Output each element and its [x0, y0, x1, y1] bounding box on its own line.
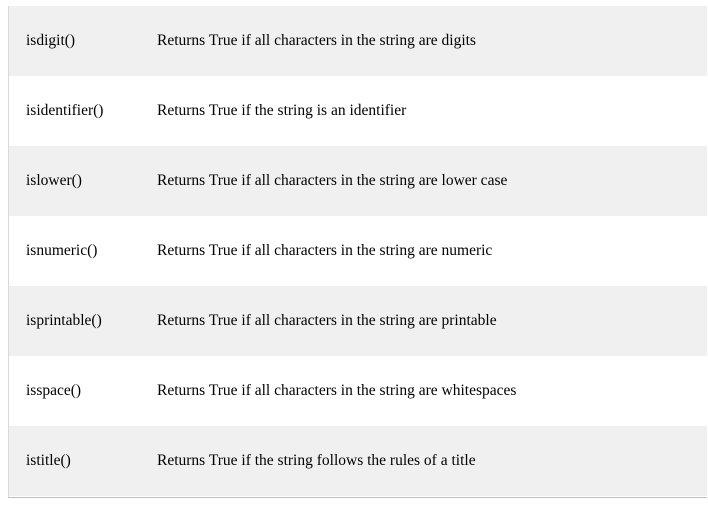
string-methods-table: isdigit() Returns True if all characters…: [9, 6, 707, 496]
method-description-cell: Returns True if all characters in the st…: [157, 356, 707, 426]
table-row: isprintable() Returns True if all charac…: [9, 286, 707, 356]
table-row: isspace() Returns True if all characters…: [9, 356, 707, 426]
method-description-cell: Returns True if the string is an identif…: [157, 76, 707, 146]
table-row: isdigit() Returns True if all characters…: [9, 6, 707, 76]
method-description-cell: Returns True if all characters in the st…: [157, 146, 707, 216]
table-row: isidentifier() Returns True if the strin…: [9, 76, 707, 146]
string-methods-table-container: isdigit() Returns True if all characters…: [8, 6, 707, 498]
method-name-cell: isspace(): [9, 356, 157, 426]
method-name-cell: islower(): [9, 146, 157, 216]
method-description-cell: Returns True if the string follows the r…: [157, 426, 707, 496]
method-name-cell: isprintable(): [9, 286, 157, 356]
table-row: islower() Returns True if all characters…: [9, 146, 707, 216]
table-row: isnumeric() Returns True if all characte…: [9, 216, 707, 286]
method-description-cell: Returns True if all characters in the st…: [157, 216, 707, 286]
method-name-cell: isnumeric(): [9, 216, 157, 286]
method-name-cell: isdigit(): [9, 6, 157, 76]
method-name-cell: isidentifier(): [9, 76, 157, 146]
method-description-cell: Returns True if all characters in the st…: [157, 286, 707, 356]
method-name-cell: istitle(): [9, 426, 157, 496]
method-description-cell: Returns True if all characters in the st…: [157, 6, 707, 76]
table-row: istitle() Returns True if the string fol…: [9, 426, 707, 496]
